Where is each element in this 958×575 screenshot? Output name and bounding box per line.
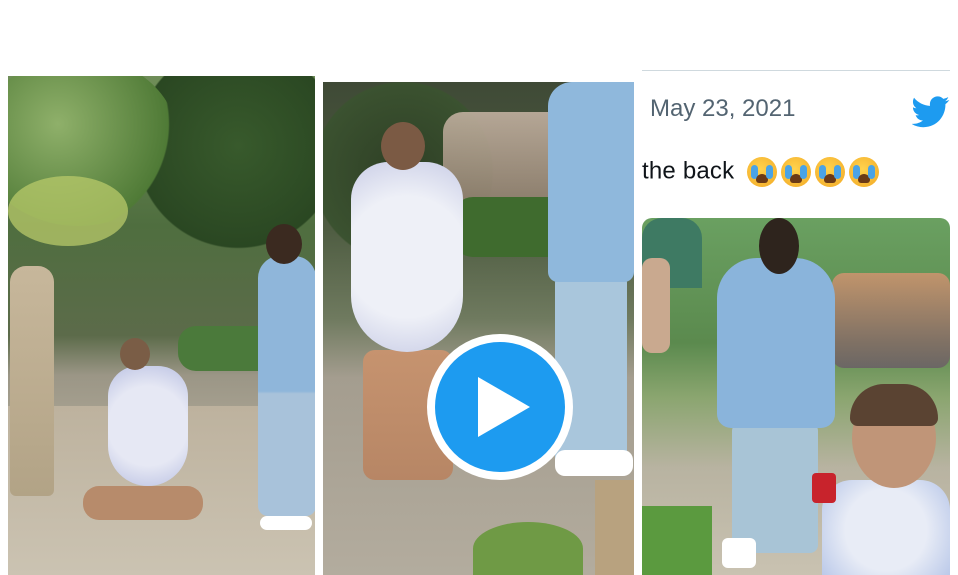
crying-face-icon bbox=[815, 157, 846, 187]
kneeling-woman-dress bbox=[108, 366, 188, 486]
emoji-row bbox=[747, 157, 880, 187]
bystander-figure bbox=[10, 266, 54, 496]
crying-face-icon bbox=[849, 157, 880, 187]
crying-face-icon bbox=[747, 157, 778, 187]
twitter-bird-icon[interactable] bbox=[912, 96, 950, 128]
kneeling-woman-head bbox=[120, 338, 150, 370]
man-jeans bbox=[732, 423, 818, 553]
white-sneaker bbox=[722, 538, 756, 568]
tweet-text-body: the back bbox=[642, 157, 735, 185]
crowd bbox=[832, 273, 950, 368]
play-button[interactable] bbox=[427, 334, 573, 480]
crying-face-icon bbox=[781, 157, 812, 187]
standing-man bbox=[258, 256, 315, 516]
woman-dress bbox=[822, 480, 950, 575]
bystander-figure bbox=[642, 258, 670, 353]
woman-hair bbox=[850, 384, 938, 426]
proposal-photo-left bbox=[8, 76, 315, 575]
man-shirt bbox=[717, 258, 835, 428]
tweet-date[interactable]: May 23, 2021 bbox=[650, 95, 795, 123]
man-shirt bbox=[548, 82, 634, 282]
grass bbox=[473, 522, 583, 575]
play-icon bbox=[478, 377, 530, 437]
stone-pillar bbox=[595, 480, 634, 575]
play-button-circle[interactable] bbox=[435, 342, 565, 472]
white-sneaker bbox=[260, 516, 312, 530]
lawn bbox=[642, 506, 712, 575]
man-head bbox=[759, 218, 799, 274]
kneeling-woman-legs bbox=[83, 486, 203, 520]
woman-head bbox=[381, 122, 425, 170]
tweet-photo[interactable] bbox=[642, 218, 950, 575]
ring-box bbox=[812, 473, 836, 503]
tree-foliage bbox=[8, 176, 128, 246]
standing-man-head bbox=[266, 224, 302, 264]
woman-dress bbox=[351, 162, 463, 352]
proposal-video-thumbnail[interactable] bbox=[323, 82, 634, 575]
tweet-text: the back bbox=[642, 157, 880, 187]
tweet-card: May 23, 2021 the back bbox=[642, 70, 958, 575]
divider bbox=[642, 70, 950, 71]
white-sneaker bbox=[555, 450, 633, 476]
